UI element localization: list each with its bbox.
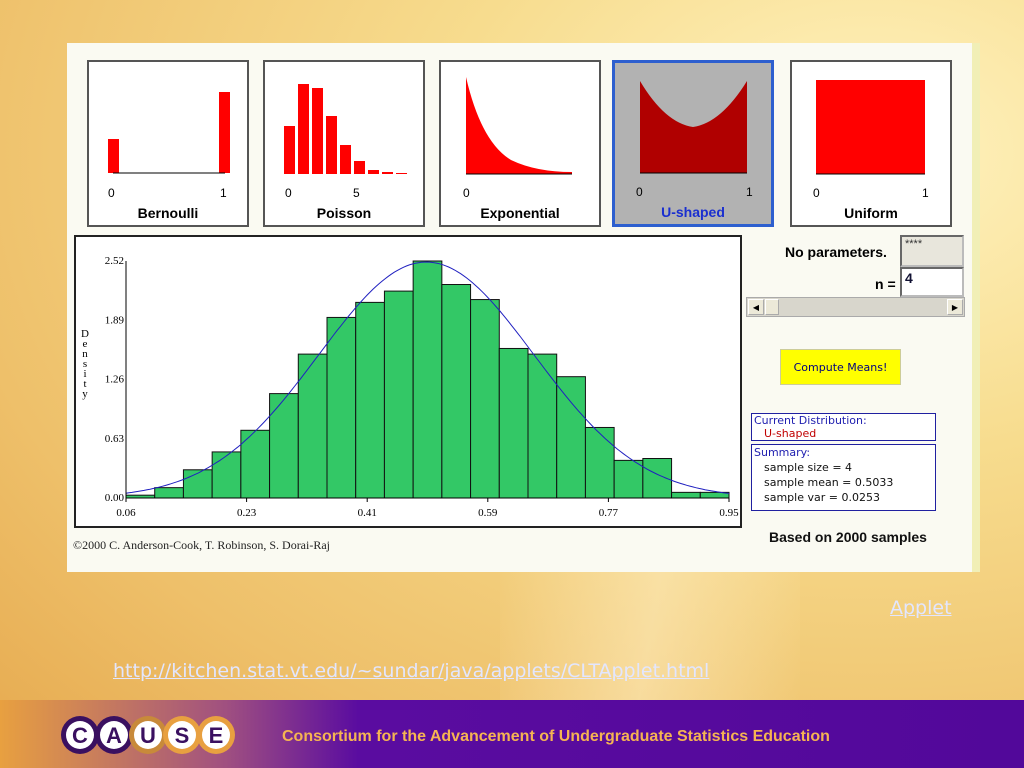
histogram-chart: 0.06 0.23 0.41 0.59 0.77 0.95 0.00 0.63 1.26 1.89…	[81, 255, 739, 519]
histogram-bar	[355, 301, 385, 499]
tick: 1	[922, 186, 929, 200]
svg-text:C: C	[72, 723, 88, 748]
applet-url-link[interactable]: http://kitchen.stat.vt.edu/~sundar/java/…	[113, 660, 709, 682]
thumb-label: Uniform	[844, 205, 898, 221]
tick: 5	[353, 186, 360, 200]
n-input[interactable]: 4	[900, 267, 964, 297]
footer-banner: C A U S E Consortium for the Advancement…	[0, 700, 1024, 768]
tick: 0	[636, 185, 643, 199]
sample-size: sample size = 4	[764, 461, 853, 474]
summary-box: Summary: sample size = 4 sample mean = 0…	[751, 444, 936, 511]
thumb-poisson[interactable]: 0 5 Poisson	[263, 60, 425, 227]
y-axis-label: Density	[81, 328, 89, 400]
current-distribution-title: Current Distribution:	[754, 414, 867, 427]
tick: 0	[108, 186, 115, 200]
footer-text: Consortium for the Advancement of Underg…	[282, 728, 830, 745]
bar	[340, 145, 351, 174]
based-on-samples: Based on 2000 samples	[769, 529, 927, 545]
x-tick-label: 0.23	[237, 507, 257, 519]
compute-means-button[interactable]: Compute Means!	[780, 349, 901, 385]
current-distribution-value: U-shaped	[764, 427, 817, 440]
histogram-bar	[182, 469, 213, 499]
bar	[354, 161, 365, 174]
histogram-bar	[527, 353, 558, 499]
bar	[382, 172, 393, 174]
clt-applet: 0 1 Bernoulli 0 5 Poisson 0 Exponential …	[67, 43, 980, 572]
bar	[219, 92, 230, 173]
histogram-bar	[326, 316, 357, 499]
summary-title: Summary:	[754, 446, 811, 459]
current-distribution-box: Current Distribution: U-shaped	[751, 413, 936, 441]
histogram-bar	[383, 290, 414, 499]
x-tick-label: 0.06	[116, 507, 136, 519]
y-tick-label: 2.52	[105, 255, 124, 267]
svg-text:S: S	[175, 723, 190, 748]
bar	[396, 173, 407, 174]
sample-var: sample var = 0.0253	[764, 491, 880, 504]
scroll-right-icon[interactable]: ▶	[947, 299, 963, 315]
x-tick-label: 0.95	[719, 507, 739, 519]
histogram-bar	[470, 299, 500, 499]
histogram-bar	[211, 451, 242, 499]
histogram-bar	[154, 487, 184, 499]
svg-text:E: E	[209, 723, 224, 748]
tick: 0	[463, 186, 470, 200]
bar	[108, 139, 119, 173]
n-scrollbar[interactable]: ◀ ▶	[746, 297, 965, 317]
sampling-histogram: 0.06 0.23 0.41 0.59 0.77 0.95 0.00 0.63 1.26 1.89…	[74, 235, 742, 528]
n-label: n =	[875, 276, 896, 292]
density-area	[640, 81, 747, 173]
y-tick-label: 1.89	[105, 314, 125, 326]
y-tick-label: 0.63	[105, 433, 125, 445]
thumb-label: Poisson	[316, 205, 372, 221]
sample-mean: sample mean = 0.5033	[764, 476, 894, 489]
thumb-u-shaped[interactable]: 0 1 U-shaped	[612, 60, 774, 227]
background-highlight	[500, 560, 800, 710]
thumb-exponential[interactable]: 0 Exponential	[439, 60, 601, 227]
thumb-label: Bernoulli	[137, 205, 199, 221]
applet-link[interactable]: Applet	[890, 597, 952, 619]
thumb-label: U-shaped	[661, 204, 725, 220]
thumb-bernoulli[interactable]: 0 1 Bernoulli	[87, 60, 249, 227]
bar	[284, 126, 295, 174]
bernoulli-icon	[108, 92, 230, 174]
svg-text:A: A	[106, 723, 122, 748]
cause-logo: C A U S E	[61, 716, 235, 754]
tick: 0	[285, 186, 292, 200]
y-tick-label: 0.00	[105, 492, 125, 504]
histogram-bar	[269, 393, 299, 499]
density-area	[466, 77, 572, 174]
bar	[326, 116, 337, 174]
parameter-field[interactable]: ****	[900, 235, 964, 267]
exponential-icon	[466, 77, 572, 175]
uniform-icon	[816, 80, 925, 175]
tick: 0	[813, 186, 820, 200]
copyright: ©2000 C. Anderson-Cook, T. Robinson, S. …	[73, 538, 331, 552]
tick: 1	[746, 185, 753, 199]
histogram-bar	[498, 347, 529, 499]
histogram-bar	[441, 284, 472, 499]
scroll-left-icon[interactable]: ◀	[748, 299, 764, 315]
density-area	[816, 80, 925, 174]
svg-text:U: U	[140, 723, 156, 748]
histogram-bar	[556, 376, 586, 499]
histogram-bar	[584, 426, 615, 499]
histogram-bar	[613, 459, 644, 499]
thumb-label: Exponential	[480, 205, 560, 221]
tick: 1	[220, 186, 227, 200]
u-shaped-icon	[640, 81, 747, 174]
no-parameters-label: No parameters.	[785, 244, 887, 260]
scroll-thumb[interactable]	[765, 299, 779, 315]
y-tick-label: 1.26	[105, 374, 125, 386]
histogram-bar	[671, 491, 701, 499]
bar	[368, 170, 379, 174]
histogram-bar	[412, 260, 443, 499]
x-tick-label: 0.59	[478, 507, 498, 519]
thumb-uniform[interactable]: 0 1 Uniform	[790, 60, 952, 227]
bar	[298, 84, 309, 174]
x-tick-label: 0.77	[599, 507, 619, 519]
x-tick-label: 0.41	[358, 507, 377, 519]
bar	[312, 88, 323, 174]
poisson-icon	[284, 84, 407, 174]
